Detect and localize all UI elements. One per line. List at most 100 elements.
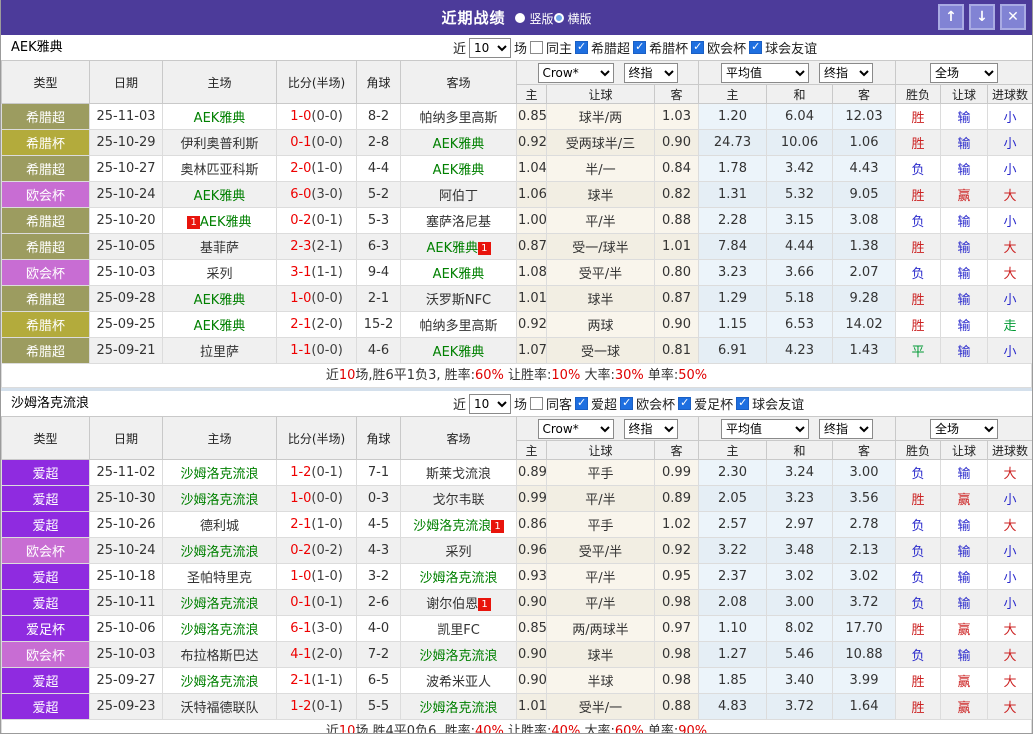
handicap-result-cell: 输 (940, 103, 988, 130)
scroll-up-button[interactable]: ↑ (938, 4, 964, 30)
home-team-name: AEK雅典 (193, 293, 246, 308)
league-checkbox[interactable] (691, 40, 705, 54)
summary-text: 场,胜6平1负3, 胜率: (355, 368, 475, 383)
average-group: 平均值 终指 (700, 62, 895, 83)
match-count-select[interactable]: 10 (469, 37, 512, 58)
league-checkbox[interactable] (749, 40, 763, 54)
final-odds-select[interactable]: 终指 (623, 418, 678, 439)
average-group-header: 平均值 终指 (698, 416, 896, 441)
home-team-name: 伊利奥普利斯 (180, 137, 259, 152)
corner-cell: 3-2 (356, 563, 401, 590)
same-venue-checkbox[interactable] (530, 397, 544, 410)
avg-away-cell: 1.06 (832, 129, 896, 156)
goals-result-cell: 大 (987, 693, 1032, 720)
score-cell: 0-1(0-0) (276, 129, 357, 156)
final-odds-select-2[interactable]: 终指 (819, 62, 873, 83)
fulltime-score: 0-2 (290, 543, 312, 558)
away-odds-cell: 0.88 (654, 693, 699, 720)
scroll-down-button[interactable]: ↓ (969, 4, 995, 30)
sub-column-header: 让球 (546, 440, 655, 460)
avg-draw-cell: 3.24 (766, 459, 833, 486)
match-row: 爱足杯 25-10-06 沙姆洛克流浪 6-1(3-0) 4-0 凯里FC 0.85 两/两球… (1, 615, 1032, 642)
title-group: 近期战绩 竖版 横版 (441, 7, 591, 28)
away-team-cell: 帕纳多里高斯 (400, 311, 517, 338)
handicap-result-cell: 输 (940, 563, 988, 590)
home-team-name: 拉里萨 (199, 345, 239, 360)
handicap-result-cell: 赢 (940, 615, 988, 642)
vertical-view-radio[interactable]: 竖版 (515, 10, 554, 27)
score-cell: 2-1(1-1) (276, 667, 357, 694)
final-odds-select-2[interactable]: 终指 (819, 418, 873, 439)
handicap-cell: 受半/一 (546, 693, 655, 720)
close-button[interactable]: ✕ (1000, 4, 1026, 30)
winlose-result-cell: 胜 (895, 181, 941, 208)
goals-result-cell: 小 (987, 563, 1032, 590)
section-summary: 近10场,胜4平0负6, 胜率:40% 让胜率:40% 大率:60% 单率:90… (1, 720, 1032, 733)
home-odds-cell: 0.92 (516, 311, 547, 338)
handicap-result-cell: 输 (940, 259, 988, 286)
fulltime-score: 1-0 (290, 109, 312, 124)
team-name: AEK雅典 (11, 40, 63, 55)
horizontal-view-radio[interactable]: 横版 (553, 10, 592, 27)
score-cell: 1-1(0-0) (276, 337, 357, 364)
same-venue-label: 同客 (546, 398, 573, 413)
league-checkbox[interactable] (620, 396, 634, 410)
match-count-select[interactable]: 10 (469, 393, 512, 414)
average-group-header: 平均值 终指 (698, 60, 896, 85)
goals-result-cell: 小 (987, 537, 1032, 564)
avg-away-cell: 1.43 (832, 337, 896, 364)
score-cell: 2-3(2-1) (276, 233, 357, 260)
bookmaker-select[interactable]: Crow* (537, 62, 614, 83)
home-team-name: 德利城 (199, 519, 239, 534)
league-checkbox[interactable] (575, 396, 589, 410)
date-cell: 25-10-11 (89, 589, 163, 616)
home-team-cell: 沙姆洛克流浪 (162, 589, 277, 616)
league-checkbox[interactable] (736, 396, 750, 410)
date-cell: 25-09-21 (89, 337, 163, 364)
away-odds-cell: 0.82 (654, 181, 699, 208)
bookmaker-group: Crow* 终指 (518, 62, 698, 83)
handicap-cell: 受两球半/三 (546, 129, 655, 156)
score-cell: 2-1(2-0) (276, 311, 357, 338)
score-cell: 0-2(0-1) (276, 207, 357, 234)
match-row: 欧会杯 25-10-03 采列 3-1(1-1) 9-4 AEK雅典 1.08 受平/半 0.8… (1, 259, 1032, 286)
league-checkbox[interactable] (575, 40, 589, 54)
score-cell: 2-0(1-0) (276, 155, 357, 182)
avg-home-cell: 1.27 (698, 641, 767, 668)
winlose-result-cell: 胜 (895, 693, 941, 720)
home-team-name: 沙姆洛克流浪 (180, 467, 259, 482)
fulltime-score: 0-1 (290, 135, 312, 150)
league-checkbox[interactable] (678, 396, 692, 410)
corner-cell: 6-5 (356, 667, 401, 694)
bookmaker-select[interactable]: Crow* (537, 418, 614, 439)
home-odds-cell: 0.85 (516, 103, 547, 130)
fulltime-score: 2-3 (290, 239, 312, 254)
away-team-cell: 沙姆洛克流浪 (400, 563, 517, 590)
handicap-cell: 受一/球半 (546, 233, 655, 260)
home-odds-cell: 1.01 (516, 285, 547, 312)
column-header: 比分(半场) (276, 60, 357, 104)
home-team-name: 沙姆洛克流浪 (180, 493, 259, 508)
final-odds-select[interactable]: 终指 (623, 62, 678, 83)
league-checkbox-label: 爱足杯 (694, 398, 734, 413)
halftime-score: (2-0) (311, 317, 343, 332)
handicap-result-cell: 输 (940, 511, 988, 538)
same-venue-checkbox[interactable] (530, 41, 544, 54)
home-odds-cell: 0.92 (516, 129, 547, 156)
average-select[interactable]: 平均值 (721, 418, 809, 439)
league-cell: 爱超 (1, 693, 90, 720)
score-cell: 6-0(3-0) (276, 181, 357, 208)
fulltime-select[interactable]: 全场 (930, 418, 998, 439)
home-team-name: AEK雅典 (193, 319, 246, 334)
handicap-result-cell: 输 (940, 129, 988, 156)
league-checkbox[interactable] (633, 40, 647, 54)
fulltime-select[interactable]: 全场 (930, 62, 998, 83)
date-cell: 25-09-27 (89, 667, 163, 694)
home-odds-cell: 1.04 (516, 155, 547, 182)
section-summary: 近10场,胜6平1负3, 胜率:60% 让胜率:10% 大率:30% 单率:50… (1, 364, 1032, 388)
match-row: 希腊超 25-09-28 AEK雅典 1-0(0-0) 2-1 沃罗斯NFC 1.01 球半 0… (1, 285, 1032, 312)
avg-home-cell: 3.23 (698, 259, 767, 286)
match-row: 希腊超 25-10-05 基菲萨 2-3(2-1) 6-3 AEK雅典 1 0.87 受一/球半… (1, 233, 1032, 260)
avg-draw-cell: 3.72 (766, 693, 833, 720)
average-select[interactable]: 平均值 (721, 62, 809, 83)
